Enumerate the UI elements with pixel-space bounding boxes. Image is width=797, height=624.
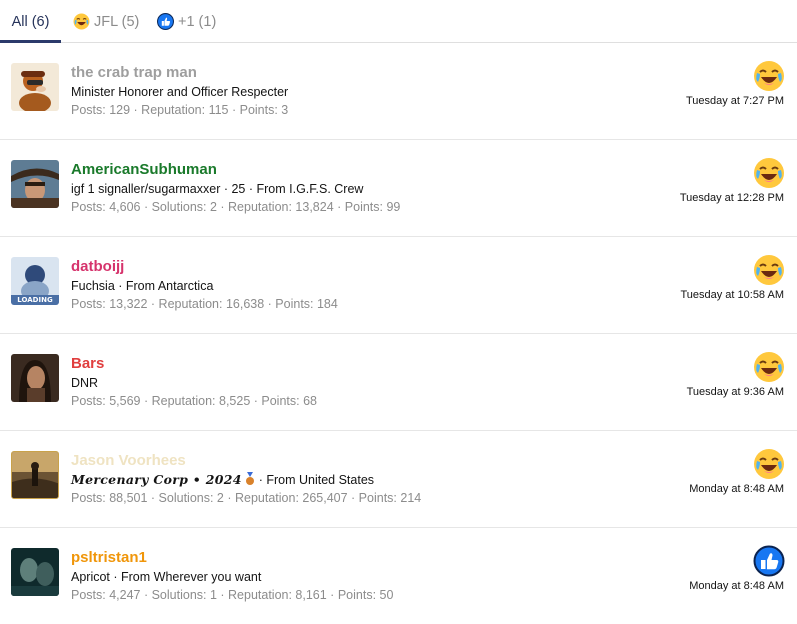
username-link[interactable]: Jason Voorhees xyxy=(71,452,186,469)
laughing-emoji-icon xyxy=(73,13,90,30)
user-stats: Posts: 4,606 · Solutions: 2 · Reputation… xyxy=(71,200,401,214)
avatar[interactable]: LOADING xyxy=(11,257,59,305)
tab-jfl[interactable]: JFL (5) xyxy=(73,0,139,43)
svg-text:LOADING: LOADING xyxy=(17,296,53,304)
user-title: Apricot · From Wherever you want xyxy=(71,570,262,584)
laughing-emoji-icon xyxy=(753,157,785,189)
user-title: Fuchsia · From Antarctica xyxy=(71,279,214,293)
laughing-emoji-icon xyxy=(753,254,785,286)
reaction-time[interactable]: Tuesday at 12:28 PM xyxy=(680,192,784,204)
reaction-time[interactable]: Monday at 8:48 AM xyxy=(689,580,784,592)
user-stats: Posts: 88,501 · Solutions: 2 · Reputatio… xyxy=(71,491,422,505)
reaction-row: AmericanSubhuman igf 1 signaller/sugarma… xyxy=(0,140,797,237)
reaction-tabs: All (6) JFL (5) +1 (1) xyxy=(0,0,797,43)
reaction-row: psltristan1 Apricot · From Wherever you … xyxy=(0,528,797,624)
user-location: · From United States xyxy=(258,473,375,487)
reaction-row: the crab trap man Minister Honorer and O… xyxy=(0,43,797,140)
username-link[interactable]: datboijj xyxy=(71,258,124,275)
user-stats: Posts: 5,569 · Reputation: 8,525 · Point… xyxy=(71,394,317,408)
user-title: Minister Honorer and Officer Respecter xyxy=(71,85,289,99)
laughing-emoji-icon xyxy=(753,351,785,383)
laughing-emoji-icon xyxy=(753,448,785,480)
user-stats: Posts: 13,322 · Reputation: 16,638 · Poi… xyxy=(71,297,338,311)
tab-all-label: All (6) xyxy=(11,13,50,30)
tab-plus-one-label: +1 (1) xyxy=(178,13,217,30)
tab-all[interactable]: All (6) xyxy=(0,0,61,43)
avatar[interactable] xyxy=(11,63,59,111)
thumbs-up-icon xyxy=(157,13,174,30)
reaction-time[interactable]: Tuesday at 7:27 PM xyxy=(686,95,784,107)
avatar[interactable] xyxy=(11,451,59,499)
username-link[interactable]: psltristan1 xyxy=(71,549,147,566)
user-title: igf 1 signaller/sugarmaxxer · 25 · From … xyxy=(71,182,364,196)
user-stats: Posts: 129 · Reputation: 115 · Points: 3 xyxy=(71,103,289,117)
username-link[interactable]: the crab trap man xyxy=(71,64,197,81)
user-title: DNR xyxy=(71,376,99,390)
user-title: Mercenary Corp • 2024 · From United Stat… xyxy=(71,472,374,487)
laughing-emoji-icon xyxy=(753,60,785,92)
avatar[interactable] xyxy=(11,354,59,402)
reaction-time[interactable]: Monday at 8:48 AM xyxy=(689,483,784,495)
username-link[interactable]: AmericanSubhuman xyxy=(71,161,217,178)
thumbs-up-icon xyxy=(753,545,785,577)
reaction-row: LOADING datboijj Fuchsia · From Antarcti… xyxy=(0,237,797,334)
reaction-time[interactable]: Tuesday at 9:36 AM xyxy=(687,386,784,398)
user-banner-text: Mercenary Corp • 2024 xyxy=(71,472,242,487)
reaction-row: Bars DNR Posts: 5,569 · Reputation: 8,52… xyxy=(0,334,797,431)
reaction-time[interactable]: Tuesday at 10:58 AM xyxy=(680,289,784,301)
avatar[interactable] xyxy=(11,548,59,596)
tab-plus-one[interactable]: +1 (1) xyxy=(157,0,216,43)
avatar[interactable] xyxy=(11,160,59,208)
tab-jfl-label: JFL (5) xyxy=(94,13,140,30)
reaction-row: Jason Voorhees Mercenary Corp • 2024 · F… xyxy=(0,431,797,528)
username-link[interactable]: Bars xyxy=(71,355,104,372)
user-stats: Posts: 4,247 · Solutions: 1 · Reputation… xyxy=(71,588,394,602)
medal-icon xyxy=(245,472,255,486)
